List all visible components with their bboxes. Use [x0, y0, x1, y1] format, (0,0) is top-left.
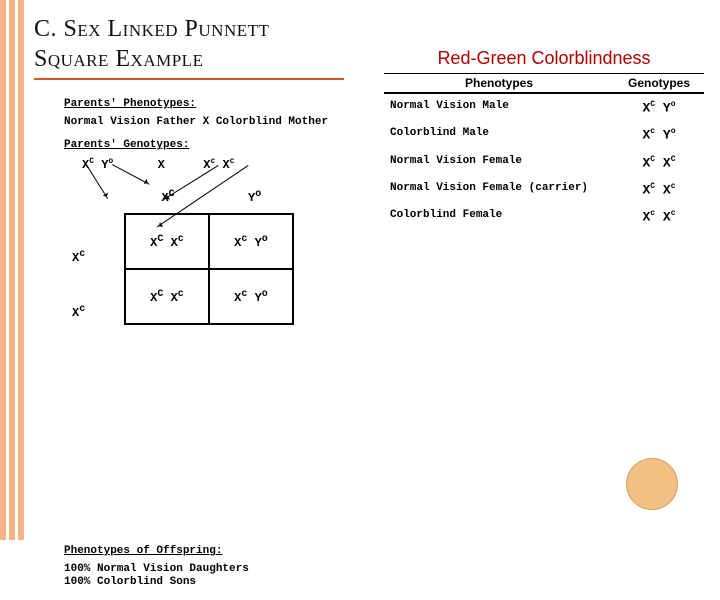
offspring-phenotypes-header: Phenotypes of Offspring:	[64, 545, 374, 557]
cb-row-genotype: XC XC	[614, 155, 704, 170]
parents-phenotypes-text: Normal Vision Father X Colorblind Mother	[64, 116, 374, 129]
parents-phenotypes-header: Parents' Phenotypes:	[64, 98, 374, 110]
cb-row-genotype: XC Yo	[614, 100, 704, 115]
cb-row-phenotype: Colorblind Male	[384, 127, 614, 142]
punnett-cell-21: XC Xc	[125, 269, 209, 324]
punnett-cell-12: Xc Yo	[209, 214, 293, 269]
cb-row-genotype: XC Xc	[614, 182, 704, 197]
parents-genotypes-header: Parents' Genotypes:	[64, 139, 374, 151]
left-stripes	[0, 0, 30, 540]
punnett-cell-22: Xc Yo	[209, 269, 293, 324]
cross-symbol: X	[158, 158, 165, 172]
cb-row-phenotype: Normal Vision Female (carrier)	[384, 182, 614, 197]
cb-row-phenotype: Colorblind Female	[384, 209, 614, 224]
cb-head-phenotypes: Phenotypes	[384, 74, 614, 92]
slide-title: C. Sex Linked Punnett Square Example	[34, 14, 344, 80]
cb-row: Colorblind FemaleXc Xc	[384, 203, 704, 230]
punnett-square: XC Yo Xc Xc XC Xc Xc Yo XC Xc Xc Yo	[68, 189, 374, 359]
offspring-line-1: 100% Normal Vision Daughters	[64, 563, 374, 576]
punnett-cell-11: XC Xc	[125, 214, 209, 269]
cb-row: Normal Vision FemaleXC XC	[384, 149, 704, 176]
cb-row-genotype: Xc Yo	[614, 127, 704, 142]
punnett-row-2: Xc	[72, 282, 85, 337]
cb-row-phenotype: Normal Vision Male	[384, 100, 614, 115]
cb-row: Normal Vision MaleXC Yo	[384, 94, 704, 121]
cb-row: Colorblind MaleXc Yo	[384, 121, 704, 148]
punnett-row-1: Xc	[72, 227, 85, 282]
decorative-circle-icon	[626, 458, 678, 510]
cb-row-genotype: Xc Xc	[614, 209, 704, 224]
colorblindness-table: Red-Green Colorblindness Phenotypes Geno…	[384, 48, 704, 231]
cb-row: Normal Vision Female (carrier)XC Xc	[384, 176, 704, 203]
left-panel: Parents' Phenotypes: Normal Vision Fathe…	[64, 98, 374, 600]
punnett-col-2: Yo	[215, 189, 295, 205]
cb-head-genotypes: Genotypes	[614, 74, 704, 92]
cb-title: Red-Green Colorblindness	[384, 48, 704, 69]
cb-row-phenotype: Normal Vision Female	[384, 155, 614, 170]
offspring-line-2: 100% Colorblind Sons	[64, 576, 374, 589]
punnett-col-1: XC	[128, 189, 208, 205]
